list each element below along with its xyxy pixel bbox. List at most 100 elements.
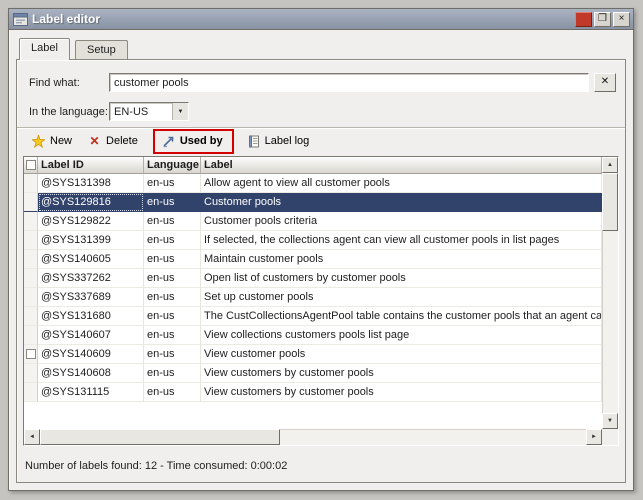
table-row[interactable]: @SYS337689en-usSet up customer pools bbox=[24, 288, 602, 307]
column-header-label-id[interactable]: Label ID bbox=[38, 157, 144, 174]
chevron-down-icon[interactable]: ▼ bbox=[172, 103, 188, 120]
row-marker-cell[interactable] bbox=[24, 288, 38, 307]
table-row[interactable]: @SYS140608en-usView customers by custome… bbox=[24, 364, 602, 383]
row-marker-cell[interactable] bbox=[24, 250, 38, 269]
scroll-left-arrow[interactable]: ◄ bbox=[24, 429, 40, 445]
table-row[interactable]: @SYS131115en-usView customers by custome… bbox=[24, 383, 602, 402]
row-marker-cell[interactable] bbox=[24, 364, 38, 383]
cell-language: en-us bbox=[144, 269, 201, 288]
cell-label: Set up customer pools bbox=[201, 288, 602, 307]
row-checkbox[interactable] bbox=[26, 349, 36, 359]
label-log-button[interactable]: Label log bbox=[240, 131, 319, 152]
scroll-down-arrow[interactable]: ▼ bbox=[602, 413, 618, 429]
delete-button[interactable]: ✕ Delete bbox=[81, 131, 147, 152]
cell-label-id: @SYS131398 bbox=[38, 174, 144, 193]
cell-label: If selected, the collections agent can v… bbox=[201, 231, 602, 250]
row-marker-cell[interactable] bbox=[24, 212, 38, 231]
used-by-button[interactable]: Used by bbox=[155, 131, 232, 152]
cell-language: en-us bbox=[144, 250, 201, 269]
table-row[interactable]: @SYS131398en-usAllow agent to view all c… bbox=[24, 174, 602, 193]
cell-language: en-us bbox=[144, 288, 201, 307]
cell-label: View customers by customer pools bbox=[201, 383, 602, 402]
cell-label-id: @SYS140608 bbox=[38, 364, 144, 383]
titlebar[interactable]: Label editor ❐ × bbox=[9, 9, 633, 30]
row-marker-cell[interactable] bbox=[24, 345, 38, 364]
cell-label: Customer pools bbox=[201, 193, 602, 212]
horizontal-scroll-thumb[interactable] bbox=[40, 429, 280, 445]
language-select[interactable]: EN-US ▼ bbox=[109, 102, 189, 121]
grid-body: @SYS131398en-usAllow agent to view all c… bbox=[24, 174, 602, 429]
label-log-notebook-icon bbox=[247, 135, 260, 148]
label-tab-panel: Find what: customer pools ✕ In the langu… bbox=[16, 59, 626, 483]
row-marker-cell[interactable] bbox=[24, 174, 38, 193]
cell-language: en-us bbox=[144, 307, 201, 326]
cell-language: en-us bbox=[144, 326, 201, 345]
cell-label: View customers by customer pools bbox=[201, 364, 602, 383]
red-annotation-rectangle: Used by bbox=[153, 129, 234, 154]
scroll-right-arrow[interactable]: ► bbox=[586, 429, 602, 445]
table-row[interactable]: @SYS140609en-usView customer pools bbox=[24, 345, 602, 364]
table-row[interactable]: @SYS129816en-usCustomer pools bbox=[24, 193, 602, 212]
close-button[interactable]: × bbox=[613, 12, 630, 27]
cell-label-id: @SYS337689 bbox=[38, 288, 144, 307]
select-all-checkbox[interactable] bbox=[26, 160, 36, 170]
app-icon bbox=[13, 13, 28, 26]
delete-x-icon: ✕ bbox=[88, 135, 101, 148]
row-marker-cell[interactable] bbox=[24, 307, 38, 326]
delete-button-label: Delete bbox=[106, 135, 138, 147]
cell-label-id: @SYS140607 bbox=[38, 326, 144, 345]
table-row[interactable]: @SYS140607en-usView collections customer… bbox=[24, 326, 602, 345]
table-row[interactable]: @SYS131399en-usIf selected, the collecti… bbox=[24, 231, 602, 250]
maximize-button[interactable]: ❐ bbox=[594, 12, 611, 27]
cell-language: en-us bbox=[144, 174, 201, 193]
find-what-input[interactable]: customer pools bbox=[109, 73, 589, 92]
grid-header: Label ID Language Label bbox=[24, 157, 602, 174]
used-by-button-label: Used by bbox=[180, 135, 223, 147]
cell-language: en-us bbox=[144, 345, 201, 364]
cell-label-id: @SYS129816 bbox=[38, 193, 144, 212]
row-marker-cell[interactable] bbox=[24, 269, 38, 288]
tab-strip: Label Setup bbox=[19, 38, 130, 60]
used-by-arrow-icon bbox=[162, 135, 175, 148]
tab-setup[interactable]: Setup bbox=[75, 40, 128, 59]
column-header-label[interactable]: Label bbox=[201, 157, 602, 174]
column-header-language[interactable]: Language bbox=[144, 157, 201, 174]
find-what-value: customer pools bbox=[114, 77, 189, 89]
cell-label-id: @SYS131115 bbox=[38, 383, 144, 402]
table-row[interactable]: @SYS129822en-usCustomer pools criteria bbox=[24, 212, 602, 231]
tab-label[interactable]: Label bbox=[19, 38, 70, 60]
cell-language: en-us bbox=[144, 231, 201, 250]
label-log-button-label: Label log bbox=[265, 135, 310, 147]
row-marker-cell[interactable] bbox=[24, 193, 38, 212]
cell-label-id: @SYS337262 bbox=[38, 269, 144, 288]
row-marker-cell[interactable] bbox=[24, 231, 38, 250]
table-row[interactable]: @SYS337262en-usOpen list of customers by… bbox=[24, 269, 602, 288]
vertical-scrollbar[interactable]: ▲ ▼ bbox=[602, 157, 618, 429]
new-button[interactable]: New bbox=[25, 131, 81, 152]
table-row[interactable]: @SYS140605en-usMaintain customer pools bbox=[24, 250, 602, 269]
table-row[interactable]: @SYS131680en-usThe CustCollectionsAgentP… bbox=[24, 307, 602, 326]
find-what-label: Find what: bbox=[29, 77, 80, 89]
cell-label: Maintain customer pools bbox=[201, 250, 602, 269]
cell-label: View customer pools bbox=[201, 345, 602, 364]
toolbar: New ✕ Delete Used by bbox=[17, 127, 625, 154]
select-all-cell[interactable] bbox=[24, 157, 38, 174]
desktop: { "window": { "title": "Label editor", "… bbox=[0, 0, 643, 500]
cell-label-id: @SYS131399 bbox=[38, 231, 144, 250]
scrollbar-corner bbox=[602, 429, 618, 445]
cell-language: en-us bbox=[144, 364, 201, 383]
minimize-button[interactable] bbox=[575, 12, 592, 27]
scroll-up-arrow[interactable]: ▲ bbox=[602, 157, 618, 173]
row-marker-cell[interactable] bbox=[24, 383, 38, 402]
clear-search-button[interactable]: ✕ bbox=[594, 73, 616, 92]
cell-language: en-us bbox=[144, 383, 201, 402]
cell-label: Open list of customers by customer pools bbox=[201, 269, 602, 288]
horizontal-scrollbar[interactable]: ◄ ► bbox=[24, 429, 602, 445]
labels-grid: Label ID Language Label @SYS131398en-usA… bbox=[23, 156, 619, 446]
cell-label: Customer pools criteria bbox=[201, 212, 602, 231]
row-marker-cell[interactable] bbox=[24, 326, 38, 345]
vertical-scroll-thumb[interactable] bbox=[602, 173, 618, 231]
new-button-label: New bbox=[50, 135, 72, 147]
cell-label: View collections customers pools list pa… bbox=[201, 326, 602, 345]
new-star-icon bbox=[32, 135, 45, 148]
